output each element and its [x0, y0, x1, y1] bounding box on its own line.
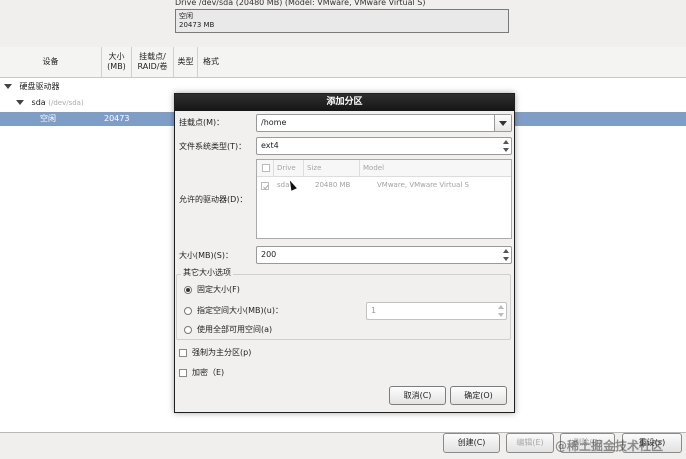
- arrow-up-icon: [498, 305, 504, 309]
- fill-to-size-spinbox[interactable]: 1: [366, 302, 507, 320]
- arrow-up-icon: [503, 249, 509, 253]
- fill-to-size-label: 指定空间大小(MB)(u)：: [197, 306, 283, 315]
- radio-selected-dot: [186, 288, 190, 292]
- arrow-down-icon: [503, 148, 509, 152]
- drive-list-size-header-label: Size: [307, 164, 322, 172]
- size-value: 200: [261, 250, 277, 259]
- arrow-up-icon: [503, 140, 509, 144]
- fill-all-radio[interactable]: [184, 326, 192, 334]
- fs-type-value: ext4: [261, 141, 279, 150]
- mount-point-value: /home: [261, 118, 287, 127]
- fs-type-combo[interactable]: ext4: [256, 137, 512, 155]
- fill-all-label: 使用全部可用空间(a): [197, 325, 273, 334]
- size-spinbox[interactable]: 200: [256, 246, 512, 264]
- encrypt-checkbox[interactable]: [179, 369, 187, 377]
- drive-cell-name: sda: [277, 181, 290, 189]
- size-label: 大小(MB)(S)：: [179, 251, 233, 260]
- ok-button[interactable]: 确定(O): [450, 386, 507, 405]
- drive-checkbox[interactable]: [261, 182, 269, 190]
- allowed-drives-label: 允许的驱动器(D)：: [179, 195, 248, 204]
- header-type-label: 类型: [177, 57, 194, 66]
- edit-button-label: 编辑(E): [516, 438, 544, 447]
- chevron-down-icon: [499, 120, 507, 126]
- header-format[interactable]: 格式: [198, 47, 224, 77]
- drive-cell-model: VMware, VMware Virtual S: [377, 181, 469, 189]
- fill-to-size-spin-button[interactable]: [497, 303, 505, 319]
- fill-to-size-radio[interactable]: [184, 307, 192, 315]
- drive-list-model-header-label: Model: [363, 164, 385, 172]
- drive-bar-size: 20473 MB: [179, 21, 215, 29]
- tree-label-sda: sda: [31, 98, 46, 107]
- fixed-size-radio[interactable]: [184, 286, 192, 294]
- tree-label-free: 空闲: [40, 114, 56, 123]
- check-icon: [263, 184, 269, 190]
- drive-list-size-header[interactable]: Size: [304, 160, 360, 176]
- edit-button[interactable]: 编辑(E): [506, 433, 554, 453]
- expand-triangle-icon[interactable]: [4, 84, 12, 89]
- drive-free-space-bar[interactable]: 空闲 20473 MB: [175, 9, 509, 33]
- drive-list-check-header[interactable]: [258, 160, 274, 176]
- encrypt-label: 加密（E): [192, 368, 225, 377]
- force-primary-checkbox[interactable]: [179, 349, 187, 357]
- header-size[interactable]: 大小 (MB): [102, 47, 132, 77]
- create-button[interactable]: 创建(C): [443, 433, 500, 453]
- force-primary-label: 强制为主分区(p): [192, 348, 252, 357]
- header-mount-raid[interactable]: 挂载点/ RAID/卷: [132, 47, 174, 77]
- header-device-label: 设备: [42, 57, 59, 66]
- fs-type-updown-button[interactable]: [502, 138, 510, 154]
- drive-cell-size: 20480 MB: [315, 181, 351, 189]
- drive-list-model-header[interactable]: Model: [360, 160, 511, 176]
- arrow-down-icon: [503, 257, 509, 261]
- tree-free-size: 20473: [104, 114, 130, 123]
- fill-to-size-value: 1: [371, 306, 377, 315]
- tree-label-hard-drives: 硬盘驱动器: [19, 82, 60, 91]
- mount-point-label: 挂载点(M)：: [179, 118, 225, 127]
- header-format-label: 格式: [203, 57, 219, 66]
- tree-row-hard-drives[interactable]: 硬盘驱动器: [4, 80, 60, 94]
- fixed-size-label: 固定大小(F): [197, 285, 240, 294]
- drive-list-drive-header[interactable]: Drive: [274, 160, 304, 176]
- header-mount-raid-label: 挂载点/ RAID/卷: [137, 52, 168, 71]
- mount-point-combo[interactable]: /home: [256, 114, 512, 132]
- arrow-down-icon: [498, 313, 504, 317]
- header-checkbox[interactable]: [262, 164, 270, 172]
- header-type[interactable]: 类型: [174, 47, 198, 77]
- ok-button-label: 确定(O): [464, 391, 493, 400]
- dialog-title: 添加分区: [175, 94, 514, 111]
- tree-row-sda[interactable]: sda (/dev/sda): [16, 96, 84, 110]
- expand-triangle-icon[interactable]: [16, 100, 24, 105]
- cancel-button[interactable]: 取消(C): [389, 386, 446, 405]
- header-size-label: 大小 (MB): [107, 52, 126, 71]
- other-size-options-title: 其它大小选项: [181, 267, 233, 279]
- fs-type-label: 文件系统类型(T)：: [179, 142, 247, 151]
- size-spin-button[interactable]: [502, 247, 510, 263]
- tree-label-sda-path: (/dev/sda): [48, 99, 84, 107]
- mount-point-dropdown-button[interactable]: [494, 115, 511, 131]
- cancel-button-label: 取消(C): [403, 391, 432, 400]
- create-button-label: 创建(C): [457, 438, 486, 447]
- drive-bar-label: 空闲: [179, 12, 193, 20]
- drive-header: Drive /dev/sda (20480 MB) (Model: VMware…: [175, 0, 426, 7]
- header-device[interactable]: 设备: [0, 47, 102, 77]
- watermark: @稀土掘金技术社区: [555, 439, 664, 453]
- drive-list-drive-header-label: Drive: [277, 164, 296, 172]
